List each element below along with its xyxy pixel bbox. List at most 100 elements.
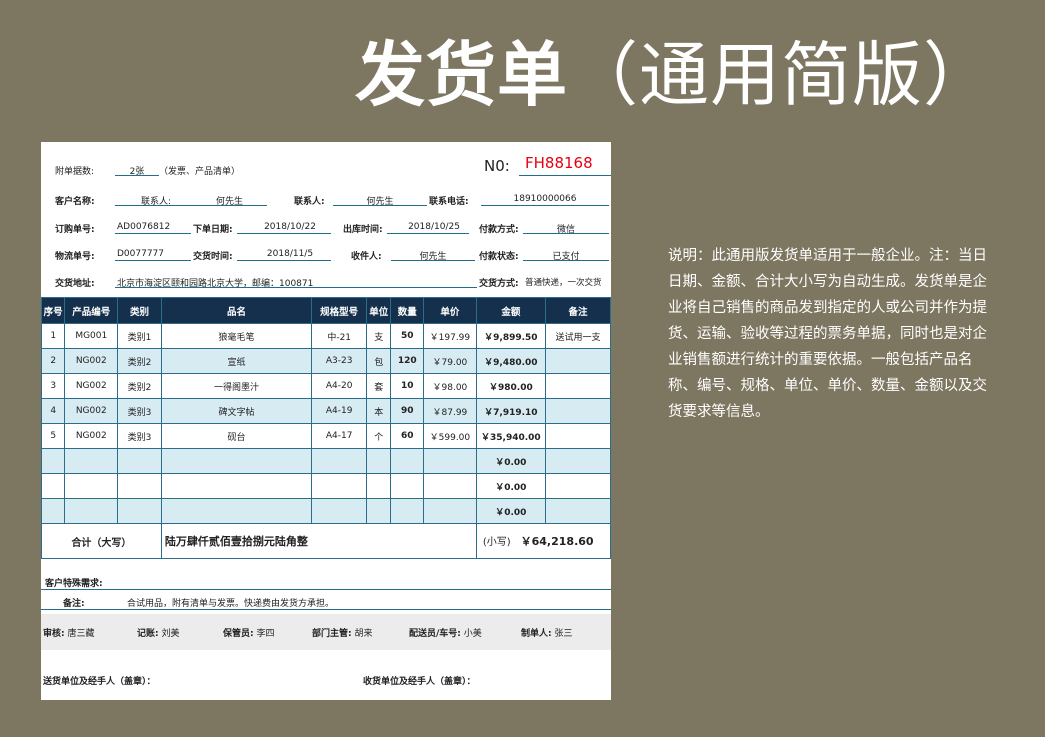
cell-note[interactable] [544, 398, 612, 424]
receiver-value[interactable]: 何先生 [391, 249, 475, 262]
cell-amount[interactable]: ￥9,899.50 [475, 323, 546, 349]
cell-unit[interactable]: 包 [366, 348, 392, 374]
cell-category[interactable] [117, 498, 162, 524]
customer-value-2[interactable]: 何先生 [216, 194, 243, 207]
cell-name[interactable]: 宣纸 [160, 348, 313, 374]
cell-amount[interactable]: ￥0.00 [475, 473, 546, 499]
cell-code[interactable]: NG002 [64, 348, 119, 374]
cell-unit[interactable] [366, 473, 392, 499]
cell-no[interactable]: 3 [40, 373, 66, 399]
attach-value[interactable]: 2张 [115, 164, 159, 177]
cell-no[interactable]: 4 [40, 398, 66, 424]
cell-name[interactable] [160, 473, 313, 499]
cell-code[interactable]: NG002 [64, 398, 119, 424]
cell-category[interactable] [117, 473, 162, 499]
cell-unit[interactable]: 支 [366, 323, 392, 349]
cell-unit[interactable] [366, 498, 392, 524]
audit-value[interactable]: 唐三藏 [67, 629, 94, 639]
cell-spec[interactable]: A4-19 [311, 398, 368, 424]
cell-code[interactable] [64, 473, 119, 499]
cell-unit[interactable] [366, 448, 392, 474]
cell-category[interactable]: 类别3 [117, 423, 162, 449]
bookkeeper-value[interactable]: 刘美 [161, 629, 179, 639]
cell-code[interactable]: MG001 [64, 323, 119, 349]
order-no-value[interactable]: AD0076812 [117, 222, 170, 232]
cell-price[interactable]: ￥87.99 [422, 398, 477, 424]
cell-amount[interactable]: ￥0.00 [475, 498, 546, 524]
cell-qty[interactable]: 50 [390, 323, 424, 349]
keeper-value[interactable]: 李四 [256, 629, 274, 639]
cell-no[interactable] [40, 448, 66, 474]
cell-code[interactable] [64, 498, 119, 524]
cell-spec[interactable] [311, 448, 368, 474]
cell-amount[interactable]: ￥9,480.00 [475, 348, 546, 374]
cell-category[interactable] [117, 448, 162, 474]
cell-note[interactable] [544, 373, 612, 399]
cell-name[interactable]: 砚台 [160, 423, 313, 449]
cell-no[interactable]: 2 [40, 348, 66, 374]
cell-code[interactable] [64, 448, 119, 474]
cell-no[interactable] [40, 473, 66, 499]
cell-no[interactable]: 1 [40, 323, 66, 349]
cell-qty[interactable] [390, 498, 424, 524]
delivery-time-value[interactable]: 2018/11/5 [237, 249, 343, 259]
cell-name[interactable] [160, 448, 313, 474]
cell-name[interactable]: 一得阁墨汁 [160, 373, 313, 399]
cell-price[interactable]: ￥79.00 [422, 348, 477, 374]
cell-qty[interactable]: 10 [390, 373, 424, 399]
cell-qty[interactable] [390, 473, 424, 499]
cell-spec[interactable] [311, 498, 368, 524]
no-value[interactable]: FH88168 [525, 154, 593, 172]
phone-value[interactable]: 18910000066 [481, 194, 609, 204]
cell-code[interactable]: NG002 [64, 423, 119, 449]
cell-note[interactable] [544, 423, 612, 449]
delivery-method-value[interactable]: 普通快递，一次交货 [525, 276, 602, 288]
cell-qty[interactable] [390, 448, 424, 474]
cell-amount[interactable]: ￥35,940.00 [475, 423, 546, 449]
cell-category[interactable]: 类别3 [117, 398, 162, 424]
cell-price[interactable] [422, 498, 477, 524]
cell-note[interactable] [544, 498, 612, 524]
cell-qty[interactable]: 60 [390, 423, 424, 449]
cell-spec[interactable]: A4-20 [311, 373, 368, 399]
cell-category[interactable]: 类别2 [117, 373, 162, 399]
manager-value[interactable]: 胡来 [354, 629, 372, 639]
cell-unit[interactable]: 个 [366, 423, 392, 449]
cell-unit[interactable]: 套 [366, 373, 392, 399]
cell-spec[interactable]: A3-23 [311, 348, 368, 374]
cell-name[interactable]: 碑文字帖 [160, 398, 313, 424]
cell-price[interactable]: ￥98.00 [422, 373, 477, 399]
cell-price[interactable] [422, 473, 477, 499]
cell-no[interactable] [40, 498, 66, 524]
driver-value[interactable]: 小美 [464, 629, 482, 639]
pay-method-value[interactable]: 微信 [523, 222, 609, 235]
cell-note[interactable]: 送试用一支 [544, 323, 612, 349]
address-value[interactable]: 北京市海淀区颐和园路北京大学，邮编：100871 [117, 276, 313, 289]
cell-spec[interactable]: A4-17 [311, 423, 368, 449]
cell-qty[interactable]: 90 [390, 398, 424, 424]
maker-value[interactable]: 张三 [554, 629, 572, 639]
cell-amount[interactable]: ￥0.00 [475, 448, 546, 474]
customer-value-1[interactable]: 联系人: [141, 194, 171, 207]
cell-unit[interactable]: 本 [366, 398, 392, 424]
logistics-value[interactable]: D0077777 [117, 249, 164, 259]
cell-code[interactable]: NG002 [64, 373, 119, 399]
cell-amount[interactable]: ￥7,919.10 [475, 398, 546, 424]
pay-status-value[interactable]: 已支付 [523, 249, 609, 262]
order-date-value[interactable]: 2018/10/22 [237, 222, 343, 232]
cell-price[interactable]: ￥599.00 [422, 423, 477, 449]
cell-amount[interactable]: ￥980.00 [475, 373, 546, 399]
cell-qty[interactable]: 120 [390, 348, 424, 374]
cell-no[interactable]: 5 [40, 423, 66, 449]
cell-note[interactable] [544, 473, 612, 499]
cell-category[interactable]: 类别1 [117, 323, 162, 349]
cell-note[interactable] [544, 448, 612, 474]
cell-name[interactable] [160, 498, 313, 524]
cell-category[interactable]: 类别2 [117, 348, 162, 374]
contact-value[interactable]: 何先生 [333, 194, 427, 207]
cell-price[interactable]: ￥197.99 [422, 323, 477, 349]
cell-price[interactable] [422, 448, 477, 474]
cell-name[interactable]: 狼毫毛笔 [160, 323, 313, 349]
out-date-value[interactable]: 2018/10/25 [387, 222, 481, 232]
cell-spec[interactable]: 中-21 [311, 323, 368, 349]
